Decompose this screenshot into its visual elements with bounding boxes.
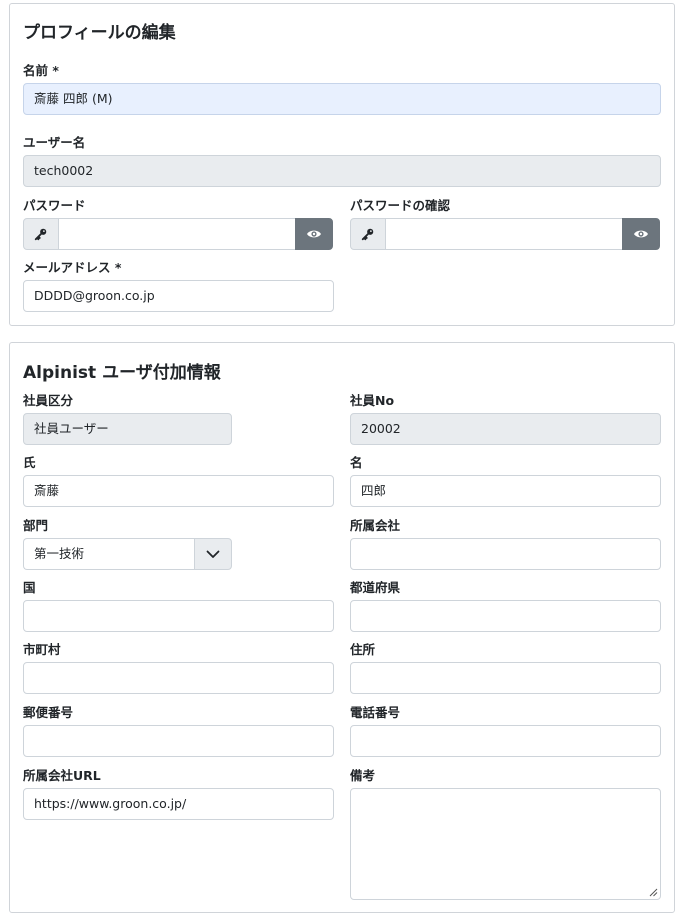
department-select[interactable]: 第一技術 — [23, 538, 232, 570]
first-name-label: 名 — [350, 455, 363, 470]
postal-code-label: 郵便番号 — [23, 705, 74, 720]
email-field[interactable]: DDDD@groon.co.jp — [23, 280, 334, 312]
address-label: 住所 — [350, 642, 376, 657]
address-field[interactable] — [350, 662, 661, 694]
profile-edit-card: プロフィールの編集 名前 * 斎藤 四郎 (M) ユーザー名 tech0002 … — [9, 3, 675, 326]
password-confirm-input-group — [350, 218, 661, 250]
password-eye-icon[interactable] — [295, 218, 333, 250]
employee-no-label: 社員No — [350, 393, 395, 408]
username-field: tech0002 — [23, 155, 661, 187]
resize-grip-icon[interactable] — [649, 888, 658, 897]
notes-textarea[interactable] — [350, 788, 661, 900]
profile-edit-title: プロフィールの編集 — [23, 23, 176, 43]
last-name-field[interactable]: 斎藤 — [23, 475, 334, 507]
password-label: パスワード — [23, 198, 86, 213]
last-name-label: 氏 — [23, 455, 36, 470]
prefecture-field[interactable] — [350, 600, 661, 632]
company-url-field[interactable]: https://www.groon.co.jp/ — [23, 788, 334, 820]
email-label: メールアドレス * — [23, 260, 122, 275]
company-label: 所属会社 — [350, 518, 401, 533]
phone-label: 電話番号 — [350, 705, 401, 720]
first-name-field[interactable]: 四郎 — [350, 475, 661, 507]
employee-type-field: 社員ユーザー — [23, 413, 232, 445]
key-icon — [23, 218, 59, 250]
company-url-label: 所属会社URL — [23, 768, 101, 783]
city-label: 市町村 — [23, 642, 61, 657]
notes-label: 備考 — [350, 768, 376, 783]
alpinist-info-title: Alpinist ユーザ付加情報 — [23, 363, 221, 383]
chevron-down-icon[interactable] — [194, 538, 232, 570]
password-confirm-input[interactable] — [385, 218, 623, 250]
name-label: 名前 * — [23, 63, 59, 78]
prefecture-label: 都道府県 — [350, 580, 401, 595]
employee-type-label: 社員区分 — [23, 393, 74, 408]
username-label: ユーザー名 — [23, 135, 86, 150]
employee-no-field: 20002 — [350, 413, 661, 445]
password-input-group — [23, 218, 333, 250]
key-icon — [350, 218, 386, 250]
alpinist-info-card: Alpinist ユーザ付加情報 社員区分 社員ユーザー 社員No 20002 … — [9, 342, 675, 913]
city-field[interactable] — [23, 662, 334, 694]
phone-field[interactable] — [350, 725, 661, 757]
company-field[interactable] — [350, 538, 661, 570]
department-label: 部門 — [23, 518, 49, 533]
password-input[interactable] — [58, 218, 296, 250]
country-field[interactable] — [23, 600, 334, 632]
password-confirm-eye-icon[interactable] — [622, 218, 660, 250]
country-label: 国 — [23, 580, 36, 595]
department-select-value[interactable]: 第一技術 — [23, 538, 194, 570]
postal-code-field[interactable] — [23, 725, 334, 757]
name-field[interactable]: 斎藤 四郎 (M) — [23, 83, 661, 115]
password-confirm-label: パスワードの確認 — [350, 198, 451, 213]
